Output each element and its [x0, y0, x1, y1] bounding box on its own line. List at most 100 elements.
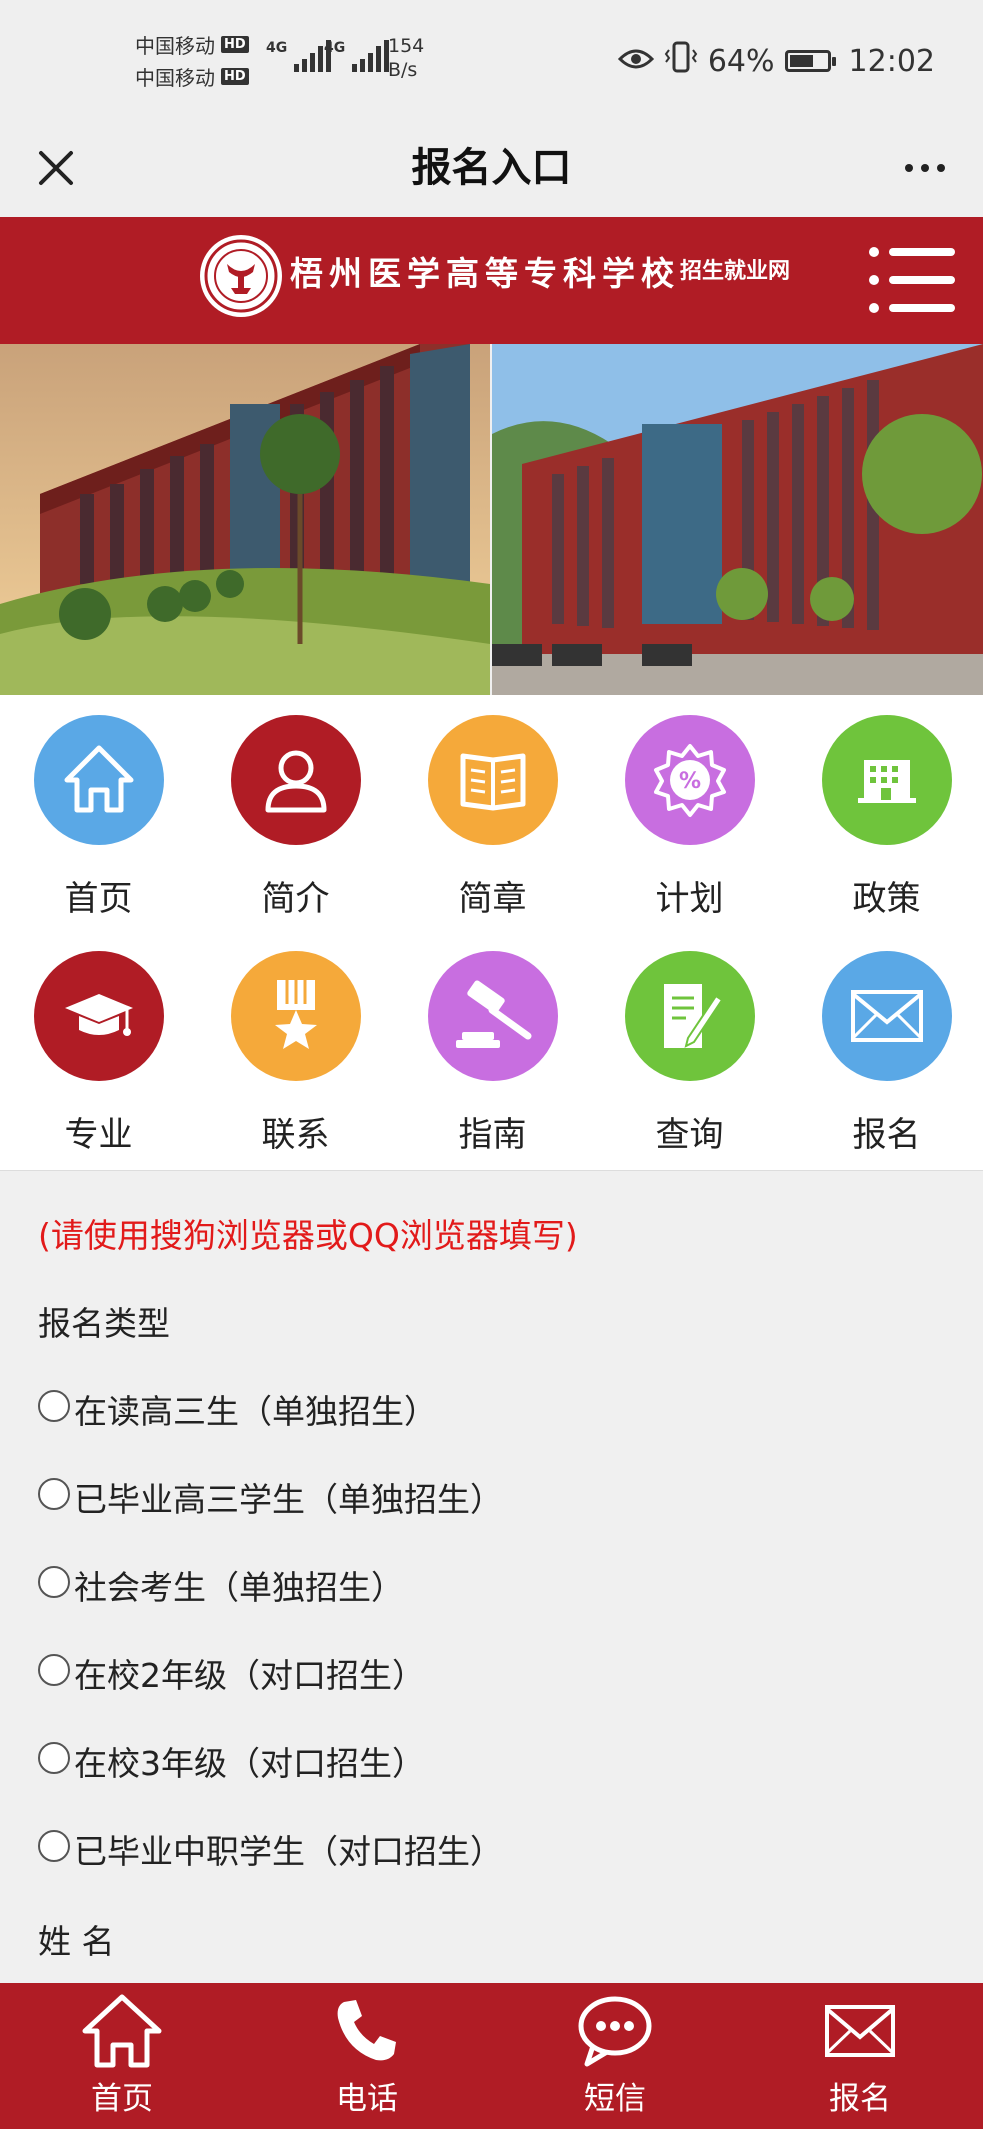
nav-signup[interactable]: 报名: [788, 951, 983, 1156]
carrier-1: 中国移动 HD: [135, 30, 249, 59]
nav-label: 指南: [458, 1115, 527, 1155]
radio-button[interactable]: [38, 1654, 70, 1686]
eye-icon: [617, 44, 654, 79]
campus-photo-right: [492, 344, 983, 695]
option-label: 社会考生（单独招生）: [74, 1568, 404, 1607]
network-speed-value: 154: [388, 35, 425, 57]
carrier-2: 中国移动 HD: [135, 62, 249, 91]
vibrate-icon: [664, 40, 698, 82]
gavel-icon: [427, 951, 558, 1081]
battery-icon: [784, 50, 836, 72]
school-logo[interactable]: [200, 235, 282, 317]
bottom-nav-label: 首页: [91, 2081, 153, 2117]
campus-banner[interactable]: [0, 344, 983, 695]
hd-badge: HD: [221, 36, 249, 53]
site-subtitle[interactable]: 招生就业网: [680, 253, 790, 285]
option-label: 在校3年级（对口招生）: [74, 1744, 425, 1783]
title-bar: 报名入口: [0, 120, 983, 217]
bottom-nav-sms[interactable]: 短信: [545, 1993, 685, 2118]
percent-badge-icon: %: [624, 715, 755, 845]
svg-text:%: %: [678, 769, 700, 794]
envelope-icon: [790, 1993, 930, 2069]
user-icon: [230, 715, 361, 845]
option-label: 已毕业高三学生（单独招生）: [74, 1480, 503, 1519]
signup-type-option[interactable]: 在校3年级（对口招生）: [38, 1737, 425, 1785]
network-type-1: 4G: [266, 40, 288, 56]
signup-type-option[interactable]: 社会考生（单独招生）: [38, 1561, 404, 1609]
nav-brochure[interactable]: 简章: [394, 715, 591, 920]
network-speed: 154 B/s: [388, 34, 424, 82]
radio-button[interactable]: [38, 1478, 70, 1510]
signup-type-option[interactable]: 已毕业中职学生（对口招生）: [38, 1825, 503, 1873]
battery-percent: 64%: [707, 43, 775, 79]
bottom-nav: 首页 电话 短信 报名: [0, 1983, 983, 2129]
nav-label: 联系: [261, 1115, 330, 1155]
browser-notice: (请使用搜狗浏览器或QQ浏览器填写): [38, 1216, 578, 1255]
nav-query[interactable]: 查询: [591, 951, 788, 1156]
menu-icon: [869, 247, 955, 257]
more-icon: [905, 164, 913, 172]
hd-badge: HD: [221, 68, 249, 85]
page-title: 报名入口: [411, 145, 572, 191]
radio-button[interactable]: [38, 1830, 70, 1862]
signup-form: (请使用搜狗浏览器或QQ浏览器填写) 报名类型 在读高三生（单独招生） 已毕业高…: [0, 1171, 983, 1983]
signup-type-option[interactable]: 在读高三生（单独招生）: [38, 1385, 437, 1433]
signup-type-option[interactable]: 已毕业高三学生（单独招生）: [38, 1473, 503, 1521]
menu-button[interactable]: [869, 247, 955, 313]
nav-policy[interactable]: 政策: [788, 715, 983, 920]
phone-icon: [297, 1993, 437, 2069]
carrier-2-name: 中国移动: [135, 66, 215, 90]
bottom-nav-label: 短信: [584, 2081, 646, 2117]
signup-type-option[interactable]: 在校2年级（对口招生）: [38, 1649, 425, 1697]
nav-label: 简介: [261, 879, 330, 919]
nav-label: 查询: [655, 1115, 724, 1155]
signup-type-label: 报名类型: [38, 1304, 170, 1343]
signal-icon: 4G: [324, 40, 390, 72]
graduation-cap-icon: [33, 951, 164, 1081]
radio-button[interactable]: [38, 1566, 70, 1598]
carrier-1-name: 中国移动: [135, 34, 215, 58]
campus-photo-left: [0, 344, 490, 695]
chat-bubble-icon: [545, 1993, 685, 2069]
radio-button[interactable]: [38, 1390, 70, 1422]
nav-home[interactable]: 首页: [0, 715, 197, 920]
radio-button[interactable]: [38, 1742, 70, 1774]
nav-label: 政策: [852, 879, 921, 919]
bottom-nav-phone[interactable]: 电话: [297, 1993, 437, 2118]
status-right: 64% 12:02: [617, 40, 935, 82]
network-type-2: 4G: [324, 40, 346, 56]
nav-label: 专业: [64, 1115, 133, 1155]
book-icon: [427, 715, 558, 845]
nav-guide[interactable]: 指南: [394, 951, 591, 1156]
option-label: 已毕业中职学生（对口招生）: [74, 1832, 503, 1871]
signal-icon: 4G: [266, 40, 332, 72]
bottom-nav-label: 报名: [829, 2081, 891, 2117]
nav-label: 首页: [64, 879, 133, 919]
clock: 12:02: [848, 43, 935, 79]
medal-icon: [230, 951, 361, 1081]
network-speed-unit: B/s: [388, 59, 418, 81]
nav-label: 计划: [655, 879, 724, 919]
nav-label: 简章: [458, 879, 527, 919]
school-name[interactable]: 梧州医学高等专科学校: [290, 247, 680, 295]
bottom-nav-home[interactable]: 首页: [52, 1993, 192, 2118]
option-label: 在读高三生（单独招生）: [74, 1392, 437, 1431]
option-label: 在校2年级（对口招生）: [74, 1656, 425, 1695]
envelope-icon: [821, 951, 952, 1081]
nav-contact[interactable]: 联系: [197, 951, 394, 1156]
name-label: 姓 名: [38, 1922, 115, 1961]
document-edit-icon: [624, 951, 755, 1081]
bottom-nav-label: 电话: [336, 2081, 398, 2117]
bottom-nav-signup[interactable]: 报名: [790, 1993, 930, 2118]
status-bar: 中国移动 HD 中国移动 HD 4G 4G 154 B/s 64% 12:02: [0, 0, 983, 120]
home-icon: [33, 715, 164, 845]
nav-plan[interactable]: % 计划: [591, 715, 788, 920]
site-header: 梧州医学高等专科学校 招生就业网: [0, 217, 983, 344]
nav-grid: 首页 简介 简章 % 计划 政策 专业 联系 指南 查询 报名: [0, 695, 983, 1171]
nav-majors[interactable]: 专业: [0, 951, 197, 1156]
home-outline-icon: [52, 1993, 192, 2069]
more-button[interactable]: [895, 140, 955, 196]
building-icon: [821, 715, 952, 845]
nav-label: 报名: [852, 1115, 921, 1155]
nav-intro[interactable]: 简介: [197, 715, 394, 920]
